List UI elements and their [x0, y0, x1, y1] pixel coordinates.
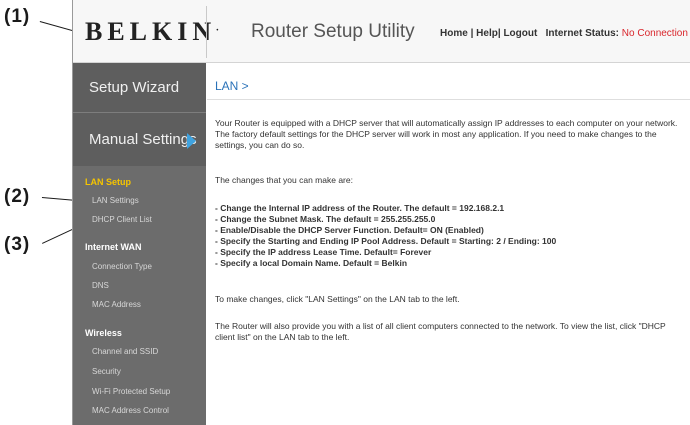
header-divider: [206, 6, 207, 58]
sidebar-item-wifi-protected-setup[interactable]: Wi-Fi Protected Setup: [92, 387, 170, 396]
logo-mark: .: [216, 22, 219, 34]
app-title: Router Setup Utility: [251, 21, 415, 42]
sidebar-item-dhcp-client-list[interactable]: DHCP Client List: [92, 215, 152, 224]
sidebar-item-mac-address-control[interactable]: MAC Address Control: [92, 406, 169, 415]
manual-settings-button[interactable]: Manual Settings: [73, 113, 206, 166]
nav-separator: |: [497, 28, 501, 39]
header-bar: BELKIN. Router Setup Utility Home | Help…: [73, 0, 690, 63]
manual-settings-label: Manual Settings: [89, 131, 197, 148]
setup-wizard-label: Setup Wizard: [89, 79, 180, 96]
list-item: - Change the Subnet Mask. The default = …: [215, 214, 436, 224]
router-utility-window: BELKIN. Router Setup Utility Home | Help…: [72, 0, 690, 425]
callout-3: (3): [4, 234, 31, 255]
sidebar-item-dns[interactable]: DNS: [92, 281, 109, 290]
internet-status-value: No Connection: [621, 28, 688, 39]
intro-paragraph: Your Router is equipped with a DHCP serv…: [215, 118, 678, 150]
triangle-right-icon: [187, 133, 196, 149]
logout-link[interactable]: Logout: [503, 28, 537, 39]
sidebar-section-wireless[interactable]: Wireless: [85, 328, 122, 338]
to-make-changes-note: To make changes, click "LAN Settings" on…: [215, 294, 460, 304]
list-item: - Specify the Starting and Ending IP Poo…: [215, 236, 557, 246]
help-link[interactable]: Help: [476, 28, 498, 39]
sidebar-item-lan-settings[interactable]: LAN Settings: [92, 196, 139, 205]
list-item: - Enable/Disable the DHCP Server Functio…: [215, 225, 484, 235]
callout-2: (2): [4, 186, 31, 207]
home-link[interactable]: Home: [440, 28, 468, 39]
sidebar-item-security[interactable]: Security: [92, 367, 121, 376]
list-item: - Specify a local Domain Name. Default =…: [215, 258, 408, 268]
main-content: LAN > Your Router is equipped with a DHC…: [207, 63, 690, 425]
sidebar-section-internet-wan[interactable]: Internet WAN: [85, 242, 142, 252]
client-list-note: The Router will also provide you with a …: [215, 321, 666, 342]
nav-separator: |: [470, 28, 474, 39]
changes-intro: The changes that you can make are:: [215, 175, 353, 185]
sidebar: Setup Wizard Manual Settings LAN Setup L…: [73, 63, 206, 425]
sidebar-item-mac-address[interactable]: MAC Address: [92, 300, 141, 309]
belkin-logo: BELKIN.: [85, 17, 219, 47]
sidebar-section-lan-setup[interactable]: LAN Setup: [85, 177, 131, 187]
logo-text: BELKIN: [85, 17, 217, 46]
internet-status-label: Internet Status:: [545, 28, 619, 39]
sidebar-item-connection-type[interactable]: Connection Type: [92, 262, 152, 271]
sidebar-item-channel-ssid[interactable]: Channel and SSID: [92, 347, 158, 356]
title-divider: [207, 99, 690, 100]
callout-1: (1): [4, 6, 31, 27]
list-item: - Change the Internal IP address of the …: [215, 203, 505, 213]
page-title: LAN >: [215, 79, 249, 93]
header-nav: Home | Help| Logout Internet Status: No …: [440, 28, 688, 39]
list-item: - Specify the IP address Lease Time. Def…: [215, 247, 432, 257]
changes-list: - Change the Internal IP address of the …: [215, 203, 683, 269]
setup-wizard-button[interactable]: Setup Wizard: [73, 63, 206, 113]
